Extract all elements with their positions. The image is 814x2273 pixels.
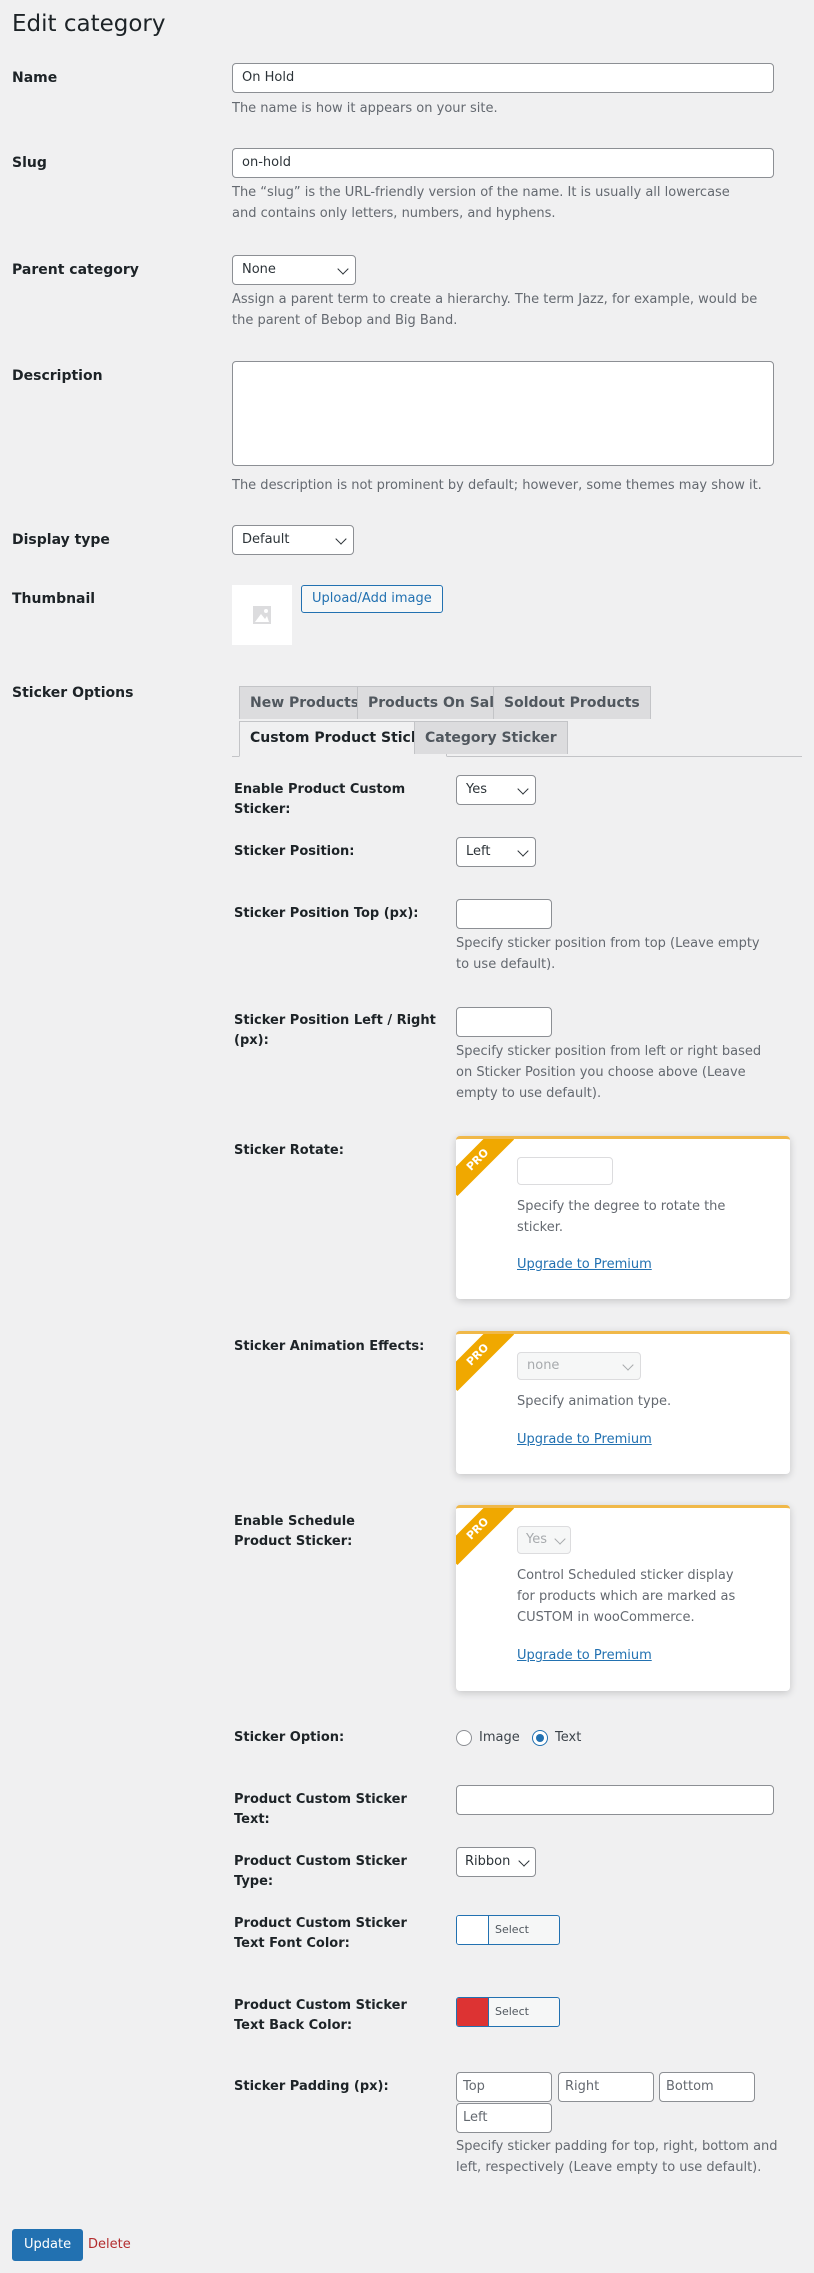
sticker-position-left-right-input[interactable] <box>456 1007 552 1037</box>
description-help: The description is not prominent by defa… <box>232 478 762 493</box>
sticker-rotate-pro-card: PRO Specify the degree to rotate the sti… <box>456 1136 790 1299</box>
sticker-rotate-input[interactable] <box>517 1157 613 1185</box>
sticker-option-image-label: Image <box>479 1730 520 1745</box>
back-color-picker-label: Select Color <box>495 2005 529 2018</box>
sticker-option-image-radio[interactable] <box>456 1730 472 1746</box>
upgrade-to-premium-link[interactable]: Upgrade to Premium <box>517 1648 652 1663</box>
display-type-value: Default <box>242 532 290 547</box>
delete-link[interactable]: Delete <box>88 2237 131 2252</box>
sticker-animation-value: none <box>527 1358 560 1373</box>
pro-badge: PRO <box>456 1139 516 1199</box>
slug-description: The “slug” is the URL-friendly version o… <box>232 185 730 221</box>
custom-sticker-type-select[interactable]: Ribbon <box>456 1847 536 1877</box>
sticker-position-label: Sticker Position: <box>234 844 355 859</box>
tab-new-products[interactable]: New Products <box>239 686 371 719</box>
sticker-position-value: Left <box>466 844 491 859</box>
enable-custom-sticker-label: Enable Product Custom Sticker: <box>234 782 406 817</box>
schedule-sticker-select[interactable]: Yes <box>517 1526 571 1554</box>
sticker-position-top-input[interactable] <box>456 899 552 929</box>
name-description: The name is how it appears on your site. <box>232 101 498 116</box>
chevron-down-icon <box>335 533 347 545</box>
chevron-down-icon <box>337 263 349 275</box>
slug-label: Slug <box>12 155 47 171</box>
image-placeholder-icon <box>253 606 271 624</box>
description-textarea[interactable] <box>232 361 774 466</box>
sticker-position-left-right-description: Specify sticker position from left or ri… <box>456 1044 762 1101</box>
update-button[interactable]: Update <box>12 2229 84 2261</box>
custom-sticker-type-label: Product Custom Sticker Type: <box>234 1854 407 1889</box>
sticker-position-top-description: Specify sticker position from top (Leave… <box>456 936 760 972</box>
enable-custom-sticker-select[interactable]: Yes <box>456 775 536 805</box>
sticker-position-select[interactable]: Left <box>456 837 536 867</box>
sticker-padding-description: Specify sticker padding for top, right, … <box>456 2139 778 2175</box>
thumbnail-label: Thumbnail <box>12 591 96 607</box>
schedule-sticker-label: Enable Schedule Product Sticker: <box>234 1514 355 1549</box>
display-type-select[interactable]: Default <box>232 525 354 555</box>
sticker-options-label: Sticker Options <box>12 685 134 701</box>
tab-soldout-products[interactable]: Soldout Products <box>493 686 651 719</box>
tab-products-on-sale[interactable]: Products On Sale <box>357 686 515 719</box>
back-color-swatch <box>457 1998 489 2026</box>
chevron-down-icon <box>517 845 529 857</box>
sticker-option-text-radio[interactable] <box>532 1730 548 1746</box>
font-color-picker-label: Select Color <box>495 1923 529 1936</box>
sticker-option-text-label: Text <box>555 1730 582 1745</box>
back-color-picker-button[interactable]: Select Color <box>456 1997 560 2027</box>
pro-badge: PRO <box>456 1334 516 1394</box>
sticker-animation-label: Sticker Animation Effects: <box>234 1339 425 1354</box>
sticker-animation-pro-card: PRO none Specify animation type. Upgrade… <box>456 1331 790 1474</box>
sticker-rotate-description: Specify the degree to rotate the sticker… <box>517 1199 726 1235</box>
enable-custom-sticker-value: Yes <box>466 782 487 797</box>
parent-category-value: None <box>242 262 276 277</box>
font-color-picker-button[interactable]: Select Color <box>456 1915 560 1945</box>
upgrade-to-premium-link[interactable]: Upgrade to Premium <box>517 1257 652 1272</box>
sticker-rotate-label: Sticker Rotate: <box>234 1143 344 1158</box>
upload-add-image-button[interactable]: Upload/Add image <box>301 585 443 613</box>
name-label: Name <box>12 70 58 86</box>
sticker-position-top-label: Sticker Position Top (px): <box>234 906 419 921</box>
page-title: Edit category <box>12 11 166 37</box>
schedule-sticker-value: Yes <box>526 1532 547 1547</box>
custom-sticker-font-color-label: Product Custom Sticker Text Font Color: <box>234 1916 407 1951</box>
chevron-down-icon <box>554 1533 566 1545</box>
sticker-padding-bottom-input[interactable]: Bottom <box>659 2072 755 2102</box>
custom-sticker-back-color-label: Product Custom Sticker Text Back Color: <box>234 1998 407 2033</box>
parent-category-description: Assign a parent term to create a hierarc… <box>232 292 758 328</box>
name-input[interactable]: On Hold <box>232 63 774 93</box>
chevron-down-icon <box>622 1359 634 1371</box>
display-type-label: Display type <box>12 532 110 548</box>
slug-input[interactable]: on-hold <box>232 148 774 178</box>
sticker-animation-description: Specify animation type. <box>517 1394 672 1409</box>
sticker-padding-right-input[interactable]: Right <box>558 2072 654 2102</box>
custom-sticker-text-label: Product Custom Sticker Text: <box>234 1792 407 1827</box>
description-label: Description <box>12 368 103 384</box>
custom-sticker-text-input[interactable] <box>456 1785 774 1815</box>
sticker-option-label: Sticker Option: <box>234 1730 345 1745</box>
sticker-position-left-right-label: Sticker Position Left / Right (px): <box>234 1013 436 1048</box>
parent-category-label: Parent category <box>12 262 139 278</box>
pro-badge: PRO <box>456 1508 516 1568</box>
font-color-swatch <box>457 1916 489 1944</box>
sticker-padding-top-input[interactable]: Top <box>456 2072 552 2102</box>
thumbnail-preview <box>232 585 292 645</box>
custom-sticker-type-value: Ribbon <box>465 1854 511 1869</box>
sticker-animation-select[interactable]: none <box>517 1352 641 1380</box>
parent-category-select[interactable]: None <box>232 255 356 285</box>
sticker-padding-label: Sticker Padding (px): <box>234 2079 389 2094</box>
schedule-sticker-description: Control Scheduled sticker display for pr… <box>517 1568 736 1625</box>
schedule-sticker-pro-card: PRO Yes Control Scheduled sticker displa… <box>456 1505 790 1691</box>
chevron-down-icon <box>518 1855 530 1867</box>
tab-category-sticker[interactable]: Category Sticker <box>414 721 568 754</box>
upgrade-to-premium-link[interactable]: Upgrade to Premium <box>517 1432 652 1447</box>
sticker-padding-left-input[interactable]: Left <box>456 2103 552 2133</box>
chevron-down-icon <box>517 783 529 795</box>
